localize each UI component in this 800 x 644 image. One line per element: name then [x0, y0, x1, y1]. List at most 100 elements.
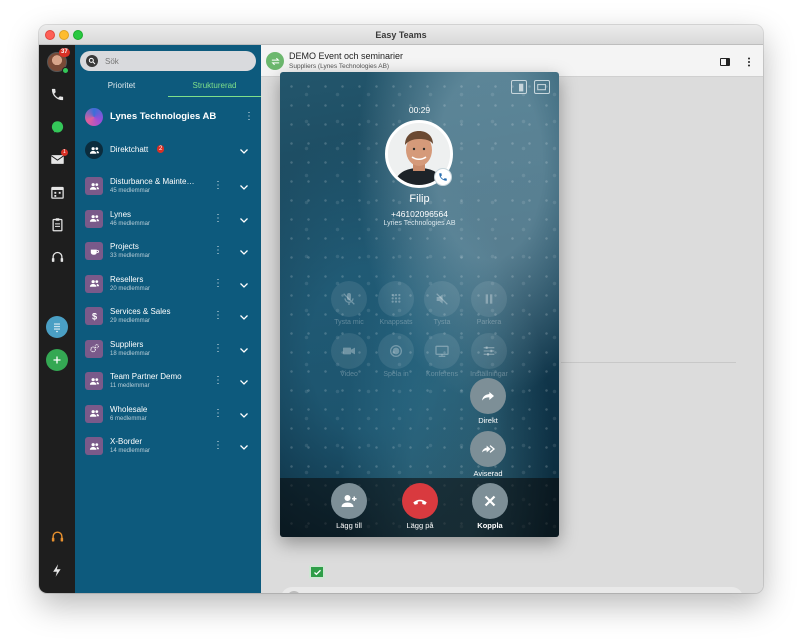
calendar-icon[interactable] — [48, 183, 66, 201]
hang-up-icon — [402, 483, 438, 519]
dialpad-icon[interactable] — [46, 316, 68, 338]
team-name: Wholesale — [110, 404, 148, 414]
close-window-button[interactable] — [45, 30, 55, 40]
sidebar-tabs: Prioritet Strukturerad — [75, 77, 261, 97]
mute-mic-button[interactable]: Tysta mic — [330, 281, 368, 326]
team-icon — [85, 372, 103, 390]
checkmark-icon — [309, 565, 325, 579]
team-row[interactable]: X-Border 14 medlemmar ⋮ — [75, 430, 261, 462]
team-row[interactable]: Lynes 46 medlemmar ⋮ — [75, 203, 261, 235]
gears-icon — [85, 339, 103, 358]
hang-up-button[interactable]: Lägg på — [398, 483, 442, 535]
team-icon — [85, 404, 103, 423]
more-options-icon[interactable] — [743, 55, 755, 67]
clipboard-icon[interactable] — [48, 215, 66, 233]
team-icon — [85, 274, 103, 293]
conference-button[interactable]: Konferens — [423, 333, 461, 378]
search-bar[interactable] — [80, 51, 256, 71]
team-more-icon[interactable]: ⋮ — [213, 375, 223, 387]
team-member-count: 6 medlemmar — [110, 415, 147, 422]
team-more-icon[interactable]: ⋮ — [213, 278, 223, 290]
chevron-down-icon[interactable] — [238, 278, 250, 290]
phone-badge-icon — [434, 168, 452, 186]
add-icon[interactable] — [46, 349, 68, 371]
record-button[interactable]: Spela in — [377, 333, 415, 378]
minimize-window-button[interactable] — [59, 30, 69, 40]
team-member-count: 45 medlemmar — [110, 188, 151, 194]
window-title: Easy Teams — [375, 30, 427, 40]
keypad-button[interactable]: Knappsats — [377, 281, 415, 326]
connect-label: Koppla — [477, 521, 503, 530]
swap-icon[interactable] — [266, 52, 284, 70]
team-row[interactable]: Projects 33 medlemmar ⋮ — [75, 235, 261, 267]
nav-rail: 37 1 — [39, 45, 75, 593]
add-person-icon — [331, 483, 367, 519]
attach-plus-icon[interactable]: + — [721, 590, 735, 593]
add-participant-button[interactable]: Lägg till — [327, 483, 371, 535]
team-row[interactable]: $ Services & Sales 29 medlemmar ⋮ — [75, 300, 261, 332]
headset-support-icon[interactable] — [48, 248, 66, 266]
chevron-down-icon[interactable] — [238, 213, 250, 225]
team-member-count: 29 medlemmar — [110, 318, 151, 324]
phone-icon[interactable] — [48, 85, 66, 103]
headphones-icon[interactable] — [48, 527, 66, 545]
message-input[interactable] — [307, 591, 687, 593]
team-row[interactable]: Resellers 20 medlemmar ⋮ — [75, 268, 261, 300]
direct-chat-label: Direktchatt — [110, 145, 149, 154]
team-name: Projects — [110, 242, 139, 251]
team-more-icon[interactable]: ⋮ — [213, 245, 223, 257]
chevron-down-icon[interactable] — [238, 245, 250, 257]
sidebar-layout-icon[interactable] — [511, 80, 527, 94]
tab-prioritet[interactable]: Prioritet — [75, 77, 168, 97]
chevron-down-icon[interactable] — [238, 343, 250, 355]
settings-gear-icon[interactable] — [48, 592, 66, 593]
team-more-icon[interactable]: ⋮ — [213, 408, 223, 420]
team-member-count: 33 medlemmar — [110, 253, 151, 259]
connect-button[interactable]: Koppla — [468, 483, 512, 535]
park-button[interactable]: Parkera — [470, 281, 508, 326]
chevron-down-icon[interactable] — [238, 180, 250, 192]
chevron-down-icon[interactable] — [238, 375, 250, 387]
team-more-icon[interactable]: ⋮ — [213, 213, 223, 225]
chevron-down-icon[interactable] — [238, 310, 250, 322]
minimize-call-icon[interactable] — [534, 80, 550, 94]
team-more-icon[interactable]: ⋮ — [213, 343, 223, 355]
team-row[interactable]: Suppliers 18 medlemmar ⋮ — [75, 333, 261, 365]
team-more-icon[interactable]: ⋮ — [213, 180, 223, 192]
online-status-dot — [62, 67, 69, 74]
panel-toggle-icon[interactable] — [719, 55, 731, 67]
direct-transfer-button[interactable]: Direkt — [468, 378, 508, 426]
chevron-down-icon[interactable] — [238, 144, 250, 156]
tab-strukturerad[interactable]: Strukturerad — [168, 77, 261, 97]
team-more-icon[interactable]: ⋮ — [213, 440, 223, 452]
record-icon — [378, 333, 414, 369]
team-icon — [85, 437, 103, 455]
chat-icon[interactable] — [48, 118, 66, 136]
team-row[interactable]: Disturbance & Mainte… 45 medlemmar ⋮ — [75, 170, 261, 202]
speaker-off-icon — [424, 281, 460, 317]
call-panel: 00:29 Filip +46102096564 Lynes Technolog… — [280, 72, 559, 537]
org-more-icon[interactable]: ⋮ — [244, 111, 254, 123]
video-button[interactable]: Video — [330, 333, 368, 378]
lightning-icon[interactable] — [48, 561, 66, 579]
chevron-down-icon[interactable] — [238, 440, 250, 452]
team-member-count: 14 medlemmar — [110, 448, 151, 454]
team-more-icon[interactable]: ⋮ — [213, 310, 223, 322]
team-row[interactable]: Team Partner Demo 11 medlemmar ⋮ — [75, 365, 261, 397]
call-settings-button[interactable]: Inställningar — [470, 333, 508, 378]
dollar-icon: $ — [85, 307, 103, 325]
search-input[interactable] — [105, 54, 250, 68]
direct-chat-row[interactable]: Direktchatt 2 — [75, 137, 261, 163]
announced-transfer-button[interactable]: Aviserad — [468, 431, 508, 479]
app-window: Easy Teams 37 1 Sök Prioritet Strukturer… — [39, 25, 763, 593]
team-row[interactable]: Wholesale 6 medlemmar ⋮ — [75, 398, 261, 430]
team-name: Resellers — [110, 274, 144, 284]
chevron-down-icon[interactable] — [238, 408, 250, 420]
park-label: Parkera — [476, 319, 502, 326]
mute-speaker-button[interactable]: Tysta — [423, 281, 461, 326]
emoji-icon[interactable] — [287, 591, 301, 593]
conference-icon — [424, 333, 460, 369]
org-header[interactable]: Lynes Technologies AB ⋮ — [75, 103, 261, 131]
team-name: Services & Sales — [110, 307, 171, 316]
zoom-window-button[interactable] — [73, 30, 83, 40]
